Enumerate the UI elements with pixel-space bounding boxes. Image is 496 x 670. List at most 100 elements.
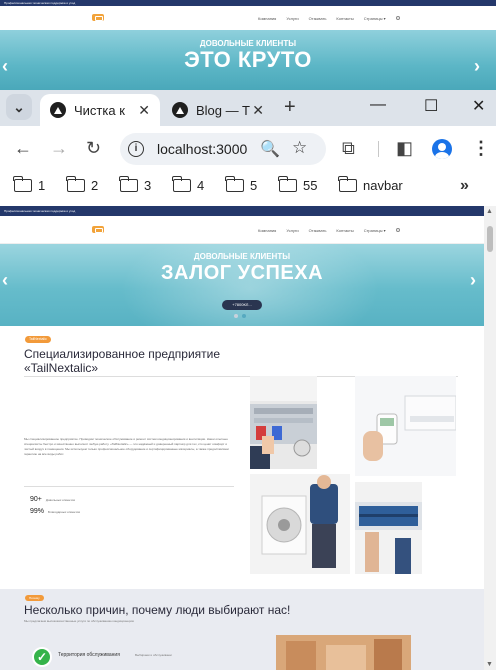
check-icon: ✓ — [32, 647, 52, 667]
bookmarks-overflow-button[interactable]: » — [460, 177, 469, 195]
page-menu-item[interactable]: Страницы ▾ — [364, 228, 386, 233]
zoom-icon[interactable]: 🔍 — [260, 139, 280, 159]
bookmark-label: 3 — [144, 178, 152, 193]
bookmark-folder[interactable]: navbar — [338, 176, 403, 193]
profile-avatar[interactable] — [432, 139, 452, 159]
close-icon[interactable]: ✕ — [138, 102, 150, 119]
menu-icon[interactable]: ⋮ — [472, 138, 490, 159]
search-icon[interactable] — [395, 16, 400, 20]
why-badge: Почему — [25, 595, 44, 601]
page-menu-item[interactable]: Отзывать — [309, 228, 327, 233]
hero-subtitle: ДОВОЛЬНЫЕ КЛИЕНТЫ — [193, 252, 291, 261]
new-tab-button[interactable]: + — [284, 96, 296, 119]
photo-indoor-unit-repair — [355, 482, 422, 574]
page-menu: Компания Услуги Отзывать Контакты Страни… — [258, 228, 400, 233]
page-menu-item[interactable]: Контакты — [336, 228, 353, 233]
page-menu-item[interactable]: Услуги — [286, 228, 298, 233]
forward-button[interactable]: → — [50, 138, 68, 159]
arrow-right-icon[interactable]: › — [474, 56, 480, 77]
extensions-icon[interactable]: ⧉ — [342, 138, 355, 159]
reload-button[interactable]: ↻ — [86, 138, 101, 159]
why-subtitle: Мы предлагаем высококачественные услуги … — [24, 619, 134, 623]
about-title: Специализированное предприятие «TailNext… — [24, 347, 221, 375]
browser-toolbar: ← → ↻ i localhost:3000 🔍 ☆ ⧉ ◧ ⋮ — [0, 126, 496, 172]
close-window-button[interactable]: ✕ — [472, 96, 485, 116]
bookmark-folder[interactable]: 3 — [119, 176, 152, 193]
folder-icon — [278, 176, 297, 192]
about-text: Мы специализированное предприятие. Прово… — [24, 437, 229, 456]
slider-dot[interactable] — [234, 314, 238, 318]
why-title: Несколько причин, почему люди выбирают н… — [24, 603, 291, 617]
hero-phone-button[interactable]: +7800КЛ... — [222, 300, 262, 310]
bookmark-label: 1 — [38, 178, 46, 193]
stats-divider — [24, 486, 234, 487]
background-menu-item[interactable]: Отзывать — [309, 16, 327, 21]
bookmark-label: navbar — [363, 178, 403, 193]
bookmarks-bar: 1 2 3 4 5 55 navbar » — [0, 172, 496, 202]
feature-title: Территория обслуживания — [58, 652, 120, 658]
background-menu-item[interactable]: Компания — [258, 16, 276, 21]
background-menu: Компания Услуги Отзывать Контакты Страни… — [258, 16, 400, 21]
background-hero: ДОВОЛЬНЫЕ КЛИЕНТЫ ЭТО КРУТО ‹ › — [0, 30, 496, 90]
side-panel-icon[interactable]: ◧ — [396, 138, 413, 159]
favicon-icon — [50, 102, 66, 118]
scrollbar-thumb[interactable] — [487, 226, 493, 252]
background-menu-item[interactable]: Контакты — [336, 16, 353, 21]
chevron-down-icon: ⌄ — [13, 98, 25, 115]
why-us-section: Почему Несколько причин, почему люди выб… — [0, 589, 484, 670]
arrow-right-icon[interactable]: › — [470, 270, 476, 291]
tab-title: Чистка к — [74, 102, 125, 118]
search-icon[interactable] — [395, 228, 400, 232]
stat-label: Довольных клиентов — [45, 497, 75, 502]
page-topbar-text: Профессиональная техническая поддержка и… — [4, 209, 76, 213]
bookmark-folder[interactable]: 5 — [225, 176, 258, 193]
stat-value: 99% — [30, 508, 45, 515]
background-navbar: Компания Услуги Отзывать Контакты Страни… — [0, 6, 496, 30]
tab-active[interactable]: Чистка к ✕ — [40, 94, 160, 126]
folder-icon — [338, 176, 357, 192]
bookmark-folder[interactable]: 2 — [66, 176, 98, 193]
photo-outdoor-unit-technician — [250, 474, 350, 574]
arrow-left-icon[interactable]: ‹ — [2, 270, 8, 291]
slider-dots — [234, 314, 246, 318]
back-button[interactable]: ← — [14, 138, 32, 159]
page-menu-item[interactable]: Компания — [258, 228, 276, 233]
address-bar[interactable]: i localhost:3000 🔍 ☆ — [120, 133, 326, 165]
feature-note: Выбираем и обслуживаем — [135, 653, 172, 657]
page-topbar: Профессиональная техническая поддержка и… — [0, 206, 484, 216]
logo-icon[interactable] — [92, 226, 104, 233]
folder-icon — [13, 176, 32, 192]
tab-inactive[interactable]: Blog — T ✕ — [162, 94, 274, 126]
bookmark-label: 55 — [303, 178, 318, 193]
minimize-button[interactable]: — — [370, 96, 386, 114]
bookmark-folder[interactable]: 55 — [278, 176, 318, 193]
scroll-down-icon[interactable]: ▼ — [486, 661, 493, 668]
bookmark-folder[interactable]: 1 — [13, 176, 46, 193]
bookmark-label: 5 — [250, 178, 258, 193]
scroll-up-icon[interactable]: ▲ — [486, 208, 493, 215]
site-info-icon[interactable]: i — [128, 141, 144, 157]
stat-label: Благодарных клиентов — [48, 509, 80, 514]
background-menu-item[interactable]: Услуги — [286, 16, 298, 21]
background-menu-item[interactable]: Страницы ▾ — [364, 16, 386, 21]
page-scrollbar[interactable]: ▲ ▼ — [484, 206, 496, 670]
stat-item: 90+ Довольных клиентов — [30, 496, 75, 503]
maximize-button[interactable]: ☐ — [424, 96, 438, 116]
tab-search-button[interactable]: ⌄ — [6, 94, 32, 120]
folder-icon — [225, 176, 244, 192]
address-input[interactable]: localhost:3000 — [157, 141, 247, 157]
bookmark-star-icon[interactable]: ☆ — [292, 138, 307, 158]
about-badge: TailNextalic — [25, 336, 51, 343]
bookmark-label: 4 — [197, 178, 205, 193]
logo-icon[interactable] — [92, 14, 104, 21]
photo-remote-control — [355, 376, 456, 476]
arrow-left-icon[interactable]: ‹ — [2, 56, 8, 77]
folder-icon — [172, 176, 191, 192]
slider-dot-active[interactable] — [242, 314, 246, 318]
favicon-icon — [172, 102, 188, 118]
page-navbar: Компания Услуги Отзывать Контакты Страни… — [0, 216, 484, 244]
close-icon[interactable]: ✕ — [252, 102, 264, 119]
bookmark-folder[interactable]: 4 — [172, 176, 205, 193]
toolbar-divider — [378, 141, 379, 157]
stat-item: 99% Благодарных клиентов — [30, 508, 80, 515]
